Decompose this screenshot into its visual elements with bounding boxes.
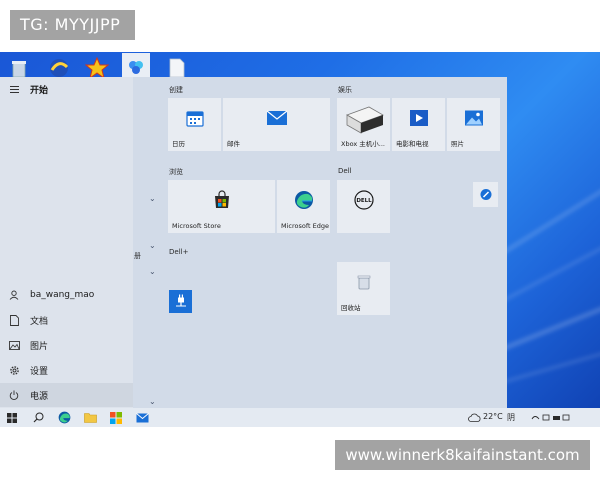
user-icon [8, 289, 20, 301]
weather-cloud-icon[interactable] [466, 410, 482, 425]
movies-tv-icon [409, 109, 429, 131]
file-explorer-icon[interactable] [82, 410, 98, 425]
tile-movies-tv[interactable]: 电影和电视 [392, 98, 445, 151]
gear-icon [8, 364, 20, 376]
tile-label: 邮件 [227, 140, 240, 148]
plug-icon [174, 292, 188, 311]
tile-label: 电影和电视 [396, 140, 429, 148]
system-tray-icons[interactable] [530, 410, 572, 425]
chevron-down-icon[interactable]: ⌄ [149, 397, 156, 406]
sidebar-item-documents[interactable]: 文档 [0, 308, 133, 332]
store-icon [212, 190, 232, 214]
sidebar-item-label: 电源 [30, 391, 49, 402]
weather-temperature[interactable]: 22°C [483, 412, 503, 421]
pictures-icon [8, 339, 20, 351]
recycle-bin-icon [357, 274, 371, 294]
start-menu-header[interactable]: 开始 [0, 77, 133, 101]
group-title-dell-plus[interactable]: Dell+ [169, 248, 188, 256]
calendar-icon [185, 109, 204, 131]
dell-logo-icon: DELL [353, 190, 374, 214]
chevron-down-icon[interactable]: ⌄ [149, 241, 156, 250]
weather-condition[interactable]: 阴 [507, 412, 515, 423]
tile-label: Microsoft Store [172, 222, 221, 230]
start-menu-title: 开始 [30, 85, 49, 96]
photos-icon [464, 110, 484, 131]
app-list-fragment: 册 [134, 252, 141, 260]
url-watermark: www.winnerk8kaifainstant.com [335, 440, 590, 470]
sidebar-item-label: ba_wang_mao [30, 290, 95, 300]
group-title-create[interactable]: 创建 [169, 85, 183, 95]
group-title-browse[interactable]: 浏览 [169, 167, 183, 177]
hamburger-menu-icon[interactable] [8, 83, 20, 95]
taskbar: 22°C 阴 [0, 408, 600, 427]
start-menu-tiles-panel: ⌄ 册 ⌄ ⌄ ⌄ 创建 娱乐 浏览 Dell Dell+ 日历 邮件 Xbox… [133, 77, 507, 408]
tile-small-app[interactable] [473, 182, 498, 207]
start-menu-sidebar: 开始 ba_wang_mao 文档 图片 设置 电源 [0, 77, 133, 408]
sidebar-item-pictures[interactable]: 图片 [0, 333, 133, 357]
app-icon [480, 185, 492, 204]
sidebar-item-power[interactable]: 电源 [0, 383, 133, 407]
tile-dell[interactable]: DELL [337, 180, 390, 233]
sidebar-item-label: 设置 [30, 366, 49, 377]
tile-microsoft-edge[interactable]: Microsoft Edge [277, 180, 330, 233]
mail-taskbar-icon[interactable] [134, 410, 150, 425]
xbox-console-icon [343, 103, 385, 139]
tile-label: 回收站 [341, 304, 361, 312]
tile-label: Xbox 主机小... [341, 140, 385, 148]
chevron-down-icon[interactable]: ⌄ [149, 194, 156, 203]
tile-photos[interactable]: 照片 [447, 98, 500, 151]
mail-icon [266, 110, 288, 130]
tg-watermark: TG: MYYJJPP [10, 10, 135, 40]
sidebar-item-user[interactable]: ba_wang_mao [0, 283, 133, 307]
tile-label: 日历 [172, 140, 185, 148]
edge-icon [294, 190, 314, 214]
document-icon [8, 314, 20, 326]
tile-recycle-bin[interactable]: 回收站 [337, 262, 390, 315]
tile-label: 照片 [451, 140, 464, 148]
store-taskbar-icon[interactable] [108, 410, 124, 425]
edge-taskbar-icon[interactable] [56, 410, 72, 425]
windows-start-icon[interactable] [4, 410, 20, 425]
tile-mail[interactable]: 邮件 [223, 98, 330, 151]
screenshot: 开始 ba_wang_mao 文档 图片 设置 电源 ⌄ 册 ⌄ ⌄ ⌄ 创建 … [0, 0, 600, 480]
sidebar-item-label: 图片 [30, 341, 49, 352]
tile-label: Microsoft Edge [281, 222, 330, 230]
sidebar-item-label: 文档 [30, 316, 49, 327]
group-title-entertainment[interactable]: 娱乐 [338, 85, 352, 95]
svg-text:DELL: DELL [356, 198, 372, 204]
tile-calendar[interactable]: 日历 [168, 98, 221, 151]
chevron-down-icon[interactable]: ⌄ [149, 267, 156, 276]
tile-microsoft-store[interactable]: Microsoft Store [168, 180, 275, 233]
sidebar-item-settings[interactable]: 设置 [0, 358, 133, 382]
search-icon[interactable] [30, 410, 46, 425]
tile-xbox-console-companion[interactable]: Xbox 主机小... [337, 98, 390, 151]
power-icon [8, 389, 20, 401]
group-title-dell[interactable]: Dell [338, 167, 352, 175]
tile-dell-plus[interactable] [169, 290, 192, 313]
